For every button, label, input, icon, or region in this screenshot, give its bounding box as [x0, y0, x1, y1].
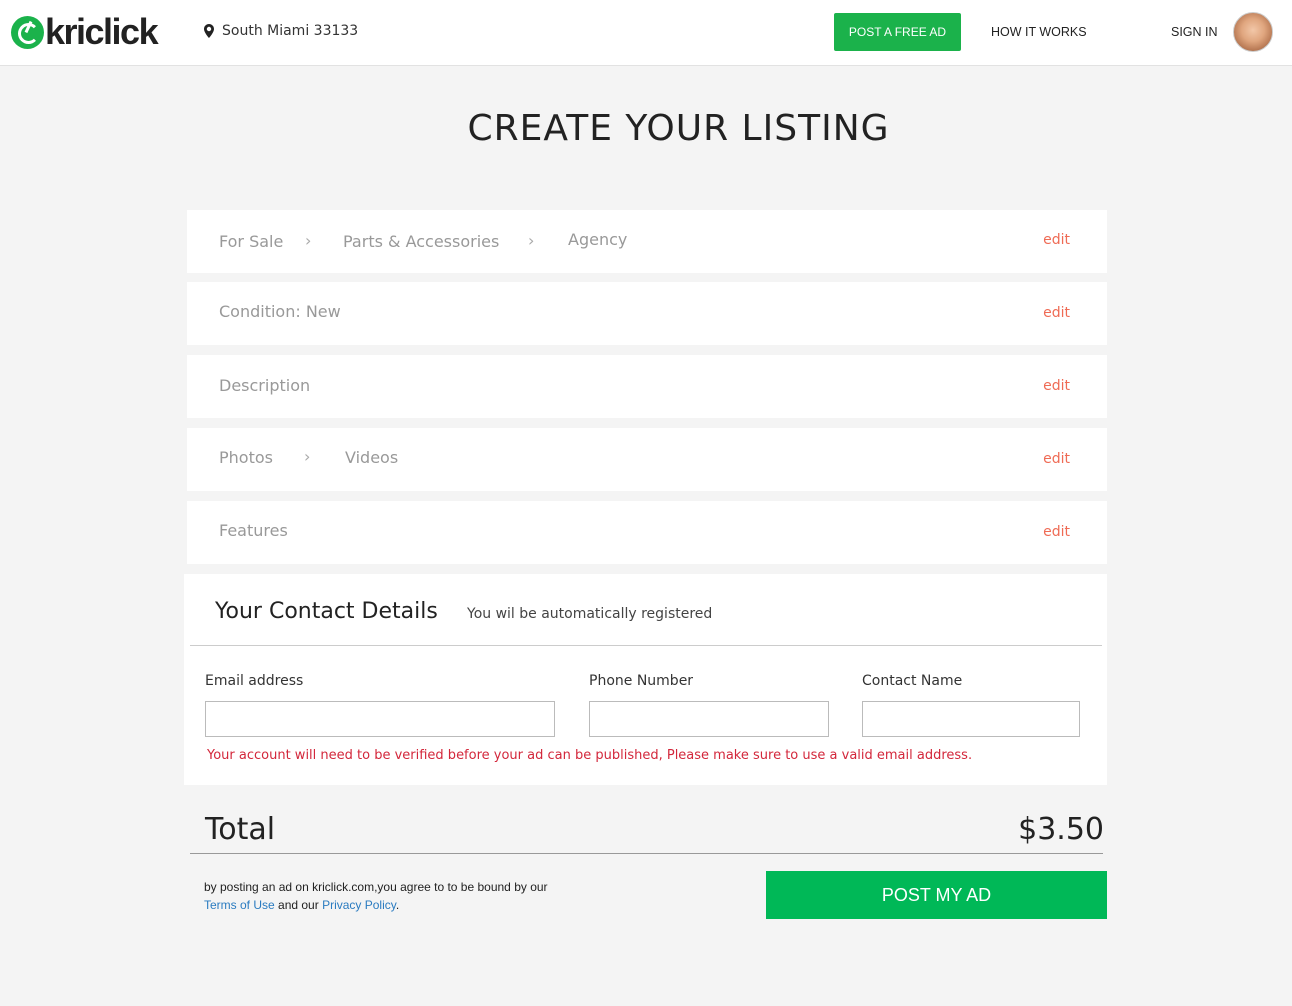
edit-description-link[interactable]: edit	[1043, 378, 1070, 394]
how-it-works-link[interactable]: HOW IT WORKS	[991, 25, 1087, 39]
location-text: South Miami 33133	[222, 23, 359, 39]
description-label: Description	[219, 376, 311, 395]
media-step: Photos › Videos edit	[187, 428, 1107, 491]
logo-mark-icon	[11, 15, 44, 49]
verification-warning: Your account will need to be verified be…	[207, 748, 973, 763]
divider	[190, 645, 1102, 646]
chevron-right-icon: ›	[305, 231, 312, 250]
contact-details-section: Your Contact Details You wil be automati…	[184, 574, 1107, 785]
condition-step: Condition: New edit	[187, 282, 1107, 345]
total-label: Total	[205, 812, 276, 847]
description-step: Description edit	[187, 355, 1107, 418]
features-label: Features	[219, 521, 288, 540]
email-label: Email address	[205, 673, 304, 689]
page-title: CREATE YOUR LISTING	[467, 108, 890, 149]
contact-details-subtitle: You wil be automatically registered	[467, 606, 713, 622]
chevron-right-icon: ›	[528, 231, 535, 250]
edit-media-link[interactable]: edit	[1043, 451, 1070, 467]
location-display[interactable]: South Miami 33133	[204, 23, 358, 39]
terms-end: .	[395, 898, 400, 912]
contact-details-title: Your Contact Details	[215, 599, 438, 624]
category-level-3: Agency	[568, 230, 628, 249]
category-level-1: For Sale	[219, 232, 284, 251]
logo-text: kriclick	[45, 11, 159, 52]
edit-condition-link[interactable]: edit	[1043, 305, 1070, 321]
contact-name-field[interactable]	[862, 701, 1080, 737]
sign-in-link[interactable]: SIGN IN	[1171, 25, 1218, 39]
divider	[190, 853, 1103, 854]
terms-and-our: and our	[274, 898, 323, 912]
category-level-2: Parts & Accessories	[343, 232, 500, 251]
terms-text: by posting an ad on kriclick.com,you agr…	[204, 880, 548, 894]
condition-label: Condition: New	[219, 302, 341, 321]
features-step: Features edit	[187, 501, 1107, 564]
privacy-policy-link[interactable]: Privacy Policy	[322, 898, 396, 912]
total-value: $3.50	[1018, 812, 1104, 847]
phone-field[interactable]	[589, 701, 829, 737]
kriclick-logo[interactable]: kriclick	[11, 11, 159, 52]
videos-label: Videos	[345, 448, 399, 467]
photos-label: Photos	[219, 448, 273, 467]
contact-name-label: Contact Name	[862, 673, 963, 689]
edit-category-link[interactable]: edit	[1043, 232, 1070, 248]
category-step: For Sale › Parts & Accessories › Agency …	[187, 210, 1107, 273]
terms-of-use-link[interactable]: Terms of Use	[204, 898, 275, 912]
post-free-ad-button[interactable]: POST A FREE AD	[834, 13, 961, 51]
post-my-ad-button[interactable]: POST MY AD	[766, 871, 1107, 919]
edit-features-link[interactable]: edit	[1043, 524, 1070, 540]
phone-label: Phone Number	[589, 673, 694, 689]
chevron-right-icon: ›	[304, 447, 311, 466]
top-header: kriclick South Miami 33133 POST A FREE A…	[0, 0, 1292, 66]
email-field[interactable]	[205, 701, 555, 737]
terms-notice: by posting an ad on kriclick.com,you agr…	[204, 878, 604, 914]
map-pin-icon	[204, 24, 214, 38]
user-avatar[interactable]	[1233, 12, 1273, 52]
